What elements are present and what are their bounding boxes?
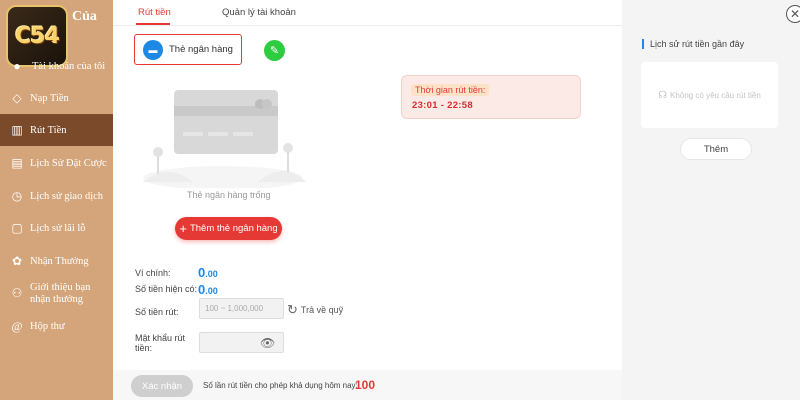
withdraw-time-box: Thời gian rút tiền: 23:01 - 22:58 <box>401 75 581 119</box>
amount-placeholder: 100 ~ 1,000,000 <box>205 304 264 313</box>
return-to-fund-label: Trả về quỹ <box>300 305 344 315</box>
sidebar-item-label: Lịch Sử Đặt Cược <box>30 157 107 169</box>
history-title: Lịch sử rút tiền gần đây <box>642 39 744 49</box>
sidebar-item-label: Hộp thư <box>30 320 65 332</box>
sidebar-item-profit-loss[interactable]: ▢ Lịch sử lãi lỗ <box>0 212 113 244</box>
sidebar-item-transaction-history[interactable]: ◷ Lịch sử giao dịch <box>0 180 113 212</box>
refresh-icon: ↻ <box>287 302 298 317</box>
gift-icon: ✿ <box>11 253 23 268</box>
sidebar-item-account[interactable]: ● Tài khoản của tôi <box>0 50 113 82</box>
confirm-button[interactable]: Xác nhận <box>131 375 193 397</box>
sidebar-item-label: Rút Tiền <box>30 124 67 136</box>
history-empty-text: Không có yêu cầu rút tiền <box>670 90 761 100</box>
add-bank-card-button[interactable]: + Thêm thẻ ngân hàng <box>175 217 282 240</box>
main-wallet-value: 0.00 <box>198 265 218 280</box>
tab-active-indicator <box>136 23 170 25</box>
tab-bar: Rút tiền Quản lý tài khoản <box>113 0 622 26</box>
tab-account-management[interactable]: Quản lý tài khoản <box>222 7 296 18</box>
withdraw-limit-text: Số lần rút tiền cho phép khả dụng hôm na… <box>203 381 358 390</box>
amount-input[interactable]: 100 ~ 1,000,000 <box>199 298 284 319</box>
empty-card-text: Thẻ ngân hàng trống <box>187 190 271 200</box>
sidebar-item-bet-history[interactable]: ▤ Lịch Sử Đặt Cược <box>0 147 113 179</box>
eye-off-icon[interactable]: 👁 <box>260 336 275 350</box>
amount-label: Số tiền rút: <box>135 307 179 317</box>
balance-label: Số tiền hiện có: <box>135 284 198 294</box>
sidebar-item-label: Nạp Tiền <box>30 92 69 104</box>
sidebar-item-deposit[interactable]: ◇ Nạp Tiền <box>0 82 113 114</box>
sidebar-item-label: Nhận Thưởng <box>30 255 89 267</box>
return-to-fund-button[interactable]: ↻ Trả về quỹ <box>287 302 343 318</box>
history-panel <box>622 0 800 400</box>
close-icon[interactable]: ✕ <box>786 5 800 23</box>
users-icon: ⚇ <box>11 286 23 300</box>
empty-card-illustration <box>143 90 306 188</box>
bank-card-icon: ▬ <box>143 39 163 60</box>
chart-icon: ▥ <box>11 122 23 137</box>
withdraw-limit-value: 100 <box>355 378 376 392</box>
history-empty-box: ☊ Không có yêu cầu rút tiền <box>641 62 778 128</box>
sidebar-item-label: Giới thiệu bạn nhận thưởng <box>30 282 91 305</box>
headset-icon: ☊ <box>658 89 668 101</box>
clock-icon: ◷ <box>11 188 23 203</box>
sidebar-item-mailbox[interactable]: @ Hộp thư <box>0 310 113 342</box>
logo-text: C54 <box>15 23 60 49</box>
sidebar-item-referral[interactable]: ⚇ Giới thiệu bạn nhận thưởng <box>0 280 113 312</box>
sidebar-item-label: Lịch sử lãi lỗ <box>30 222 86 234</box>
withdraw-time-label: Thời gian rút tiền: <box>411 84 490 96</box>
balance-value: 0.00 <box>198 282 218 297</box>
sidebar-item-label: Tài khoản của tôi <box>32 60 106 72</box>
sidebar-item-label: Lịch sử giao dịch <box>30 190 104 202</box>
edit-button[interactable]: ✎ <box>264 40 285 61</box>
bank-card-label: Thẻ ngân hàng <box>169 44 233 55</box>
plus-icon: + <box>179 221 187 236</box>
bank-card-tab[interactable]: ▬ Thẻ ngân hàng <box>134 34 242 65</box>
mail-icon: @ <box>11 318 23 333</box>
sidebar-title: Của <box>72 9 97 24</box>
password-label: Mật khẩu rút tiền: <box>135 333 186 353</box>
main-wallet-decimal: .00 <box>205 269 218 279</box>
sidebar: C54 Của ● Tài khoản của tôi ◇ Nạp Tiền ▥… <box>0 0 113 400</box>
main-wallet-label: Ví chính: <box>135 268 171 278</box>
clipboard-icon: ▤ <box>11 155 23 170</box>
more-button[interactable]: Thêm <box>680 138 752 160</box>
withdraw-time-value: 23:01 - 22:58 <box>412 100 473 111</box>
user-icon: ● <box>13 58 21 73</box>
balance-decimal: .00 <box>205 286 218 296</box>
tag-icon: ◇ <box>12 90 22 105</box>
pencil-icon: ✎ <box>269 45 280 57</box>
document-icon: ▢ <box>11 220 23 235</box>
tab-withdraw[interactable]: Rút tiền <box>138 7 171 18</box>
sidebar-item-withdraw[interactable]: ▥ Rút Tiền <box>0 114 113 146</box>
add-bank-card-label: Thêm thẻ ngân hàng <box>189 223 278 234</box>
sidebar-item-rewards[interactable]: ✿ Nhận Thưởng <box>0 245 113 277</box>
